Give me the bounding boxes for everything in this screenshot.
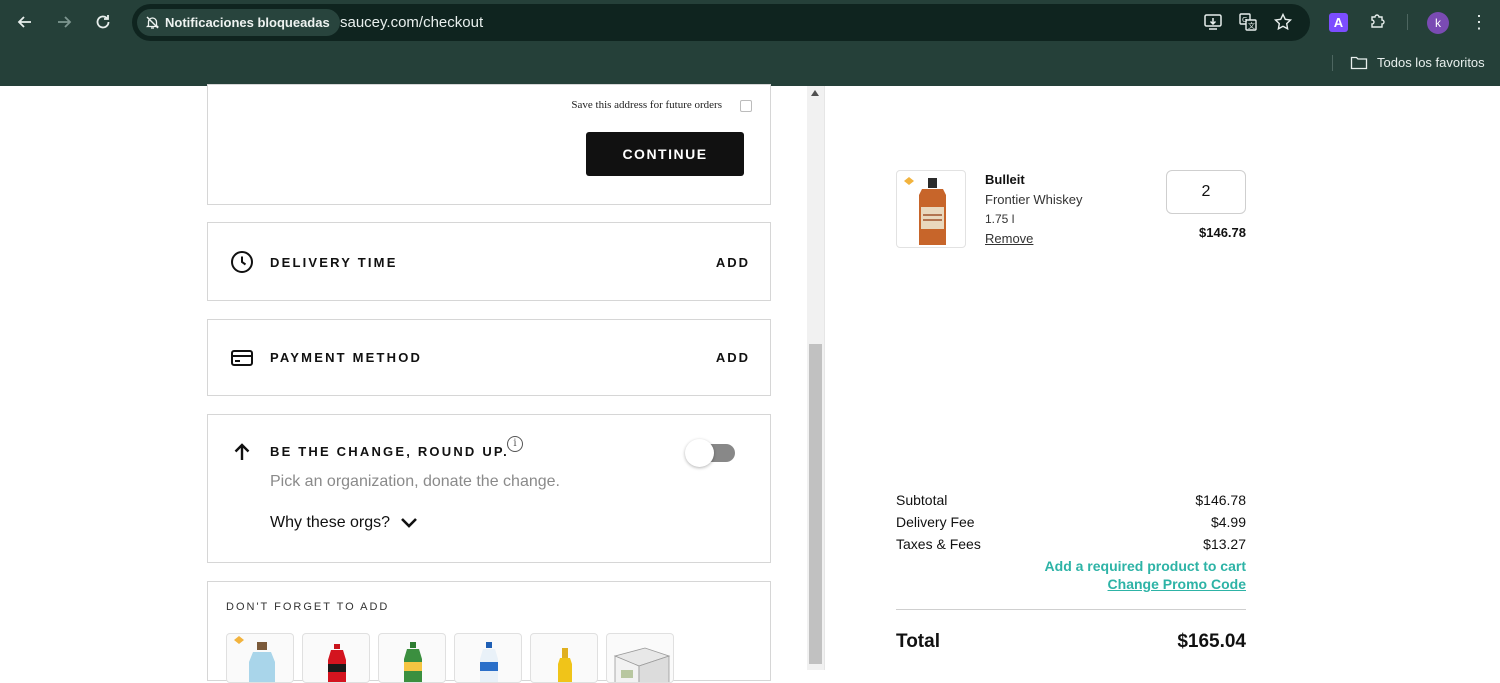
- total-value: $165.04: [1177, 631, 1246, 652]
- notifications-blocked-chip[interactable]: Notificaciones bloqueadas: [137, 9, 340, 36]
- taxes-fees-value: $13.27: [1203, 536, 1246, 552]
- why-these-orgs-label: Why these orgs?: [270, 514, 391, 531]
- quantity-input[interactable]: [1166, 170, 1246, 214]
- product-name[interactable]: Bulleit: [985, 172, 1025, 187]
- bell-off-icon: [145, 16, 160, 29]
- checkout-scrollbar[interactable]: [807, 86, 824, 670]
- sparkling-water-bottle-icon: [480, 642, 498, 682]
- extensions-puzzle-icon[interactable]: [1368, 11, 1390, 33]
- beer-bottle-icon: [558, 648, 572, 682]
- delivery-time-add-link[interactable]: ADD: [716, 255, 750, 270]
- product-description: Frontier Whiskey: [985, 192, 1083, 207]
- add-required-product-link[interactable]: Add a required product to cart: [1045, 558, 1246, 574]
- round-up-subtitle: Pick an organization, donate the change.: [270, 473, 560, 490]
- delivery-time-title: DELIVERY TIME: [270, 255, 398, 270]
- product-size: 1.75 l: [985, 212, 1015, 226]
- url-text[interactable]: saucey.com/checkout: [340, 4, 483, 41]
- delivery-fee-value: $4.99: [1210, 514, 1246, 530]
- browser-chrome: Notificaciones bloqueadas saucey.com/che…: [0, 0, 1500, 86]
- bookmark-star-icon[interactable]: [1273, 12, 1295, 34]
- delivery-time-section[interactable]: DELIVERY TIME ADD: [207, 222, 771, 301]
- remove-product-link[interactable]: Remove: [985, 231, 1033, 246]
- payment-method-add-link[interactable]: ADD: [716, 350, 750, 365]
- site-chip-label: Notificaciones bloqueadas: [165, 15, 330, 30]
- forward-button[interactable]: [52, 10, 76, 34]
- round-up-title: BE THE CHANGE, ROUND UP.: [270, 444, 509, 459]
- water-bottle-icon: [234, 636, 275, 682]
- address-bar[interactable]: Notificaciones bloqueadas saucey.com/che…: [132, 4, 1310, 41]
- total-label: Total: [896, 631, 940, 652]
- product-price: $146.78: [1199, 225, 1246, 240]
- ginger-ale-bottle-icon: [404, 642, 422, 682]
- delivery-fee-label: Delivery Fee: [896, 514, 975, 530]
- mixer-pack-icon: [613, 647, 671, 682]
- checkout-page: Save this address for future orders CONT…: [0, 84, 1500, 683]
- bookmarks-divider: [1332, 55, 1333, 71]
- install-app-icon[interactable]: [1203, 12, 1225, 34]
- back-arrow-icon: [17, 16, 31, 28]
- taxes-fees-label: Taxes & Fees: [896, 536, 981, 552]
- pane-divider: [824, 86, 825, 670]
- save-address-label: Save this address for future orders: [571, 99, 722, 111]
- folder-icon: [1350, 56, 1368, 70]
- clock-icon: [230, 250, 254, 274]
- toolbar-divider: [1407, 14, 1408, 30]
- dont-forget-section: DON'T FORGET TO ADD: [207, 581, 771, 683]
- continue-button[interactable]: CONTINUE: [586, 132, 744, 176]
- back-button[interactable]: [13, 10, 37, 34]
- change-promo-code-link[interactable]: Change Promo Code: [1108, 576, 1246, 592]
- bookmarks-label: Todos los favoritos: [1377, 55, 1485, 70]
- why-these-orgs-link[interactable]: Why these orgs?: [270, 514, 418, 532]
- payment-method-section[interactable]: PAYMENT METHOD ADD: [207, 319, 771, 396]
- chevron-down-icon: [401, 517, 417, 528]
- scroll-up-arrow-icon[interactable]: [811, 90, 819, 96]
- product-image: [896, 170, 966, 248]
- scroll-thumb[interactable]: [809, 344, 822, 664]
- info-icon[interactable]: i: [507, 436, 523, 452]
- whiskey-bottle-icon: [904, 177, 946, 245]
- forward-arrow-icon: [58, 16, 72, 28]
- suggested-product-ginger-ale[interactable]: [378, 633, 446, 683]
- subtotal-value: $146.78: [1195, 492, 1246, 508]
- round-up-toggle[interactable]: [685, 439, 735, 467]
- save-address-checkbox[interactable]: [740, 100, 752, 112]
- reload-icon: [96, 15, 110, 29]
- browser-toolbar: Notificaciones bloqueadas saucey.com/che…: [0, 0, 1500, 44]
- toggle-knob: [685, 439, 714, 467]
- suggested-product-mixer-pack[interactable]: [606, 633, 674, 683]
- extension-a-icon[interactable]: A: [1329, 13, 1348, 32]
- reload-button[interactable]: [91, 10, 115, 34]
- summary-divider: [896, 609, 1246, 610]
- suggested-product-sparkling-water[interactable]: [454, 633, 522, 683]
- suggested-product-water[interactable]: [226, 633, 294, 683]
- credit-card-icon: [230, 346, 254, 370]
- payment-method-title: PAYMENT METHOD: [270, 350, 423, 365]
- cola-bottle-icon: [328, 644, 346, 682]
- round-up-section: BE THE CHANGE, ROUND UP. i Pick an organ…: [207, 414, 771, 563]
- address-card: Save this address for future orders CONT…: [207, 84, 771, 205]
- suggested-product-cola[interactable]: [302, 633, 370, 683]
- arrow-up-icon: [230, 440, 254, 464]
- svg-text:文: 文: [1248, 21, 1255, 30]
- browser-menu-icon[interactable]: ⋮: [1470, 10, 1488, 34]
- dont-forget-title: DON'T FORGET TO ADD: [226, 601, 390, 613]
- translate-icon[interactable]: G文: [1238, 12, 1260, 34]
- subtotal-label: Subtotal: [896, 492, 948, 508]
- profile-avatar[interactable]: k: [1427, 12, 1449, 34]
- suggested-product-beer[interactable]: [530, 633, 598, 683]
- svg-text:G: G: [1242, 16, 1247, 24]
